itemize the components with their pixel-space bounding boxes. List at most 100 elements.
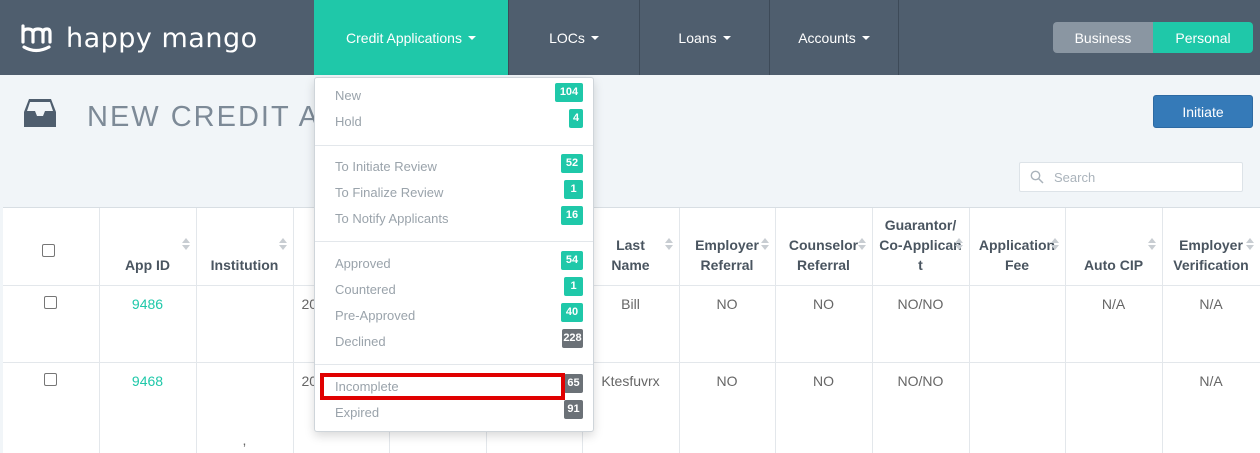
dropdown-item-label: Expired (335, 405, 380, 420)
cell-guarantor: NO/NO (872, 285, 970, 363)
cell-institution (196, 285, 294, 363)
sort-icon (181, 238, 190, 252)
count-badge-hold: 4 (569, 109, 583, 128)
dropdown-divider (315, 364, 593, 365)
nav-loans-label: Loans (678, 29, 717, 46)
dropdown-item-label: Hold (335, 114, 362, 129)
app-id-link[interactable]: 9468 (132, 373, 163, 389)
sort-icon (1050, 238, 1059, 252)
cell-app-id: 9468 (99, 362, 197, 453)
header-auto-cip[interactable]: Auto CIP (1065, 208, 1163, 286)
dropdown-item-label: To Initiate Review (335, 159, 437, 174)
cell-institution: , (196, 362, 294, 453)
row-select (3, 362, 100, 453)
header-employer-verification[interactable]: Employer Verification (1162, 208, 1260, 286)
search-input[interactable] (1054, 169, 1234, 185)
app-id-link[interactable]: 9486 (132, 296, 163, 312)
dropdown-item-label: New (335, 88, 362, 103)
header-label: App ID (124, 256, 171, 273)
header-application-fee[interactable]: Application Fee (969, 208, 1066, 286)
header-label: Institution (210, 256, 279, 273)
header-app-id[interactable]: App ID (99, 208, 197, 286)
sort-icon (760, 238, 769, 252)
header-institution[interactable]: Institution (196, 208, 294, 286)
toggle-business[interactable]: Business (1053, 22, 1153, 53)
header-label: Counselor (788, 236, 859, 253)
header-label: Referral (797, 256, 850, 273)
nav-accounts[interactable]: Accounts (769, 0, 898, 75)
header-last-name[interactable]: Last Name (582, 208, 680, 286)
page-header: NEW CREDIT A Initiate (3, 75, 1260, 208)
sort-icon (278, 238, 287, 252)
dropdown-item-label: Declined (335, 334, 386, 349)
sort-icon (857, 238, 866, 252)
row-checkbox[interactable] (44, 372, 58, 386)
header-label: Application (978, 236, 1056, 253)
cell-last-name: Bill (582, 285, 680, 363)
header-guarantor[interactable]: Guarantor/Co-Applican t (872, 208, 970, 286)
header-label: Name (611, 256, 650, 273)
header-label: Last (616, 236, 645, 253)
header-label: Auto CIP (1083, 256, 1144, 273)
cell-employer-verification: N/A (1162, 362, 1260, 453)
dropdown-item-label: To Notify Applicants (335, 211, 449, 226)
caret-down-icon (467, 35, 476, 40)
search-box (1019, 162, 1243, 192)
header-label: Referral (700, 256, 754, 273)
header-label: t (918, 256, 923, 273)
happy-mango-logo-icon (20, 22, 52, 54)
sort-icon (1147, 238, 1156, 252)
sort-icon (664, 238, 673, 252)
dropdown-divider (315, 241, 593, 242)
cell-counselor-referral: NO (775, 285, 873, 363)
count-badge-countered: 1 (564, 277, 583, 296)
table-row[interactable]: 9486 20 Bill NO NO NO/NO N/A N/A (3, 285, 1260, 363)
count-badge-approved: 54 (561, 251, 583, 270)
count-badge-incomplete: 65 (564, 374, 583, 393)
cell-last-name: Ktesfuvrx (582, 362, 680, 453)
incomplete-highlight-box (320, 373, 565, 400)
dropdown-item-label: Approved (335, 256, 391, 271)
dropdown-item-to-notify-applicants[interactable]: To Notify Applicants (315, 207, 593, 231)
cell-employer-verification: N/A (1162, 285, 1260, 363)
header-employer-referral[interactable]: Employer Referral (679, 208, 776, 286)
dropdown-item-label: Countered (335, 282, 396, 297)
dropdown-item-approved[interactable]: Approved (315, 252, 593, 276)
row-checkbox[interactable] (44, 295, 58, 309)
cell-application-fee (969, 285, 1066, 363)
search-icon (1030, 170, 1044, 184)
business-personal-toggle: Business Personal (1053, 22, 1253, 53)
dropdown-item-new[interactable]: New (315, 84, 593, 108)
cell-application-fee (969, 362, 1066, 453)
brand-logo[interactable]: happy mango (20, 20, 258, 56)
initiate-button[interactable]: Initiate (1153, 95, 1253, 128)
dropdown-item-hold[interactable]: Hold (315, 110, 593, 134)
cell-auto-cip (1065, 362, 1163, 453)
nav-credit-applications[interactable]: Credit Applications (314, 0, 508, 75)
header-select-all (3, 208, 100, 286)
table-row[interactable]: 9468 , 20 Ktesfuvrx NO NO NO/NO N/A (3, 362, 1260, 453)
dropdown-item-declined[interactable]: Declined (315, 330, 593, 354)
dropdown-item-to-finalize-review[interactable]: To Finalize Review (315, 181, 593, 205)
nav-loans[interactable]: Loans (639, 0, 769, 75)
inbox-icon (23, 97, 57, 129)
caret-down-icon (722, 35, 731, 40)
toggle-personal[interactable]: Personal (1153, 22, 1253, 53)
dropdown-item-countered[interactable]: Countered (315, 278, 593, 302)
header-counselor-referral[interactable]: Counselor Referral (775, 208, 873, 286)
cell-app-id: 9486 (99, 285, 197, 363)
header-label: Employer (1179, 236, 1243, 253)
nav-divider (898, 0, 899, 75)
nav-locs[interactable]: LOCs (508, 0, 639, 75)
count-badge-expired: 91 (564, 400, 583, 419)
dropdown-item-pre-approved[interactable]: Pre-Approved (315, 304, 593, 328)
page-title: NEW CREDIT A (87, 101, 320, 133)
count-badge-to-notify-applicants: 16 (561, 206, 583, 225)
caret-down-icon (590, 35, 599, 40)
cell-counselor-referral: NO (775, 362, 873, 453)
select-all-checkbox[interactable] (42, 244, 55, 257)
dropdown-item-expired[interactable]: Expired (315, 401, 593, 425)
dropdown-item-to-initiate-review[interactable]: To Initiate Review (315, 155, 593, 179)
cell-employer-referral: NO (679, 285, 776, 363)
count-badge-pre-approved: 40 (561, 303, 583, 322)
